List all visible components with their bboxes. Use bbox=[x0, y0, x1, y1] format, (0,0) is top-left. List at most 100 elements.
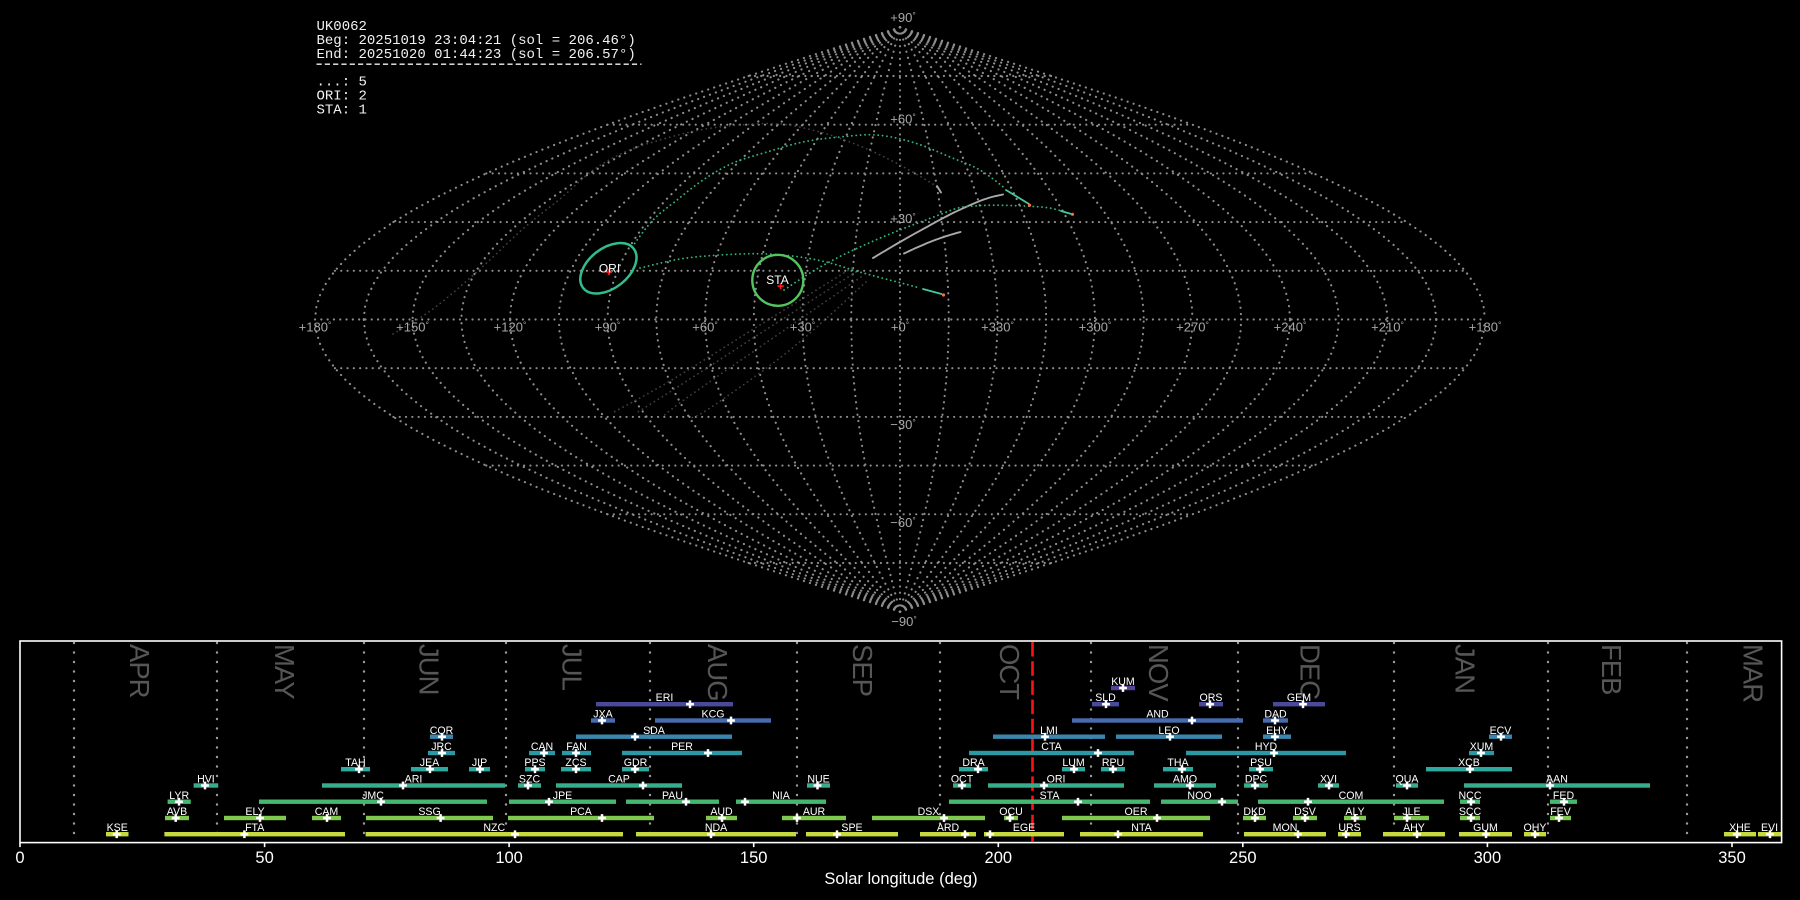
svg-text:MAR: MAR bbox=[1737, 644, 1768, 702]
svg-text:+210°: +210° bbox=[1371, 320, 1404, 335]
svg-text:−30°: −30° bbox=[890, 417, 915, 432]
svg-text:PSU: PSU bbox=[1250, 757, 1272, 769]
svg-text:+240°: +240° bbox=[1274, 320, 1307, 335]
svg-text:KUM: KUM bbox=[1111, 676, 1135, 688]
svg-text:FED: FED bbox=[1553, 790, 1575, 802]
svg-text:FTA: FTA bbox=[245, 822, 265, 834]
svg-text:STA: STA bbox=[766, 273, 788, 287]
svg-text:SZC: SZC bbox=[519, 774, 541, 786]
svg-text:AHY: AHY bbox=[1403, 822, 1425, 834]
svg-text:RPU: RPU bbox=[1102, 757, 1124, 769]
svg-text:50: 50 bbox=[255, 849, 273, 867]
svg-text:ORI: ORI bbox=[1047, 774, 1066, 786]
svg-text:End: 20251020 01:44:23 (sol =: End: 20251020 01:44:23 (sol = 206.57°) bbox=[317, 47, 636, 63]
svg-text:AUR: AUR bbox=[803, 806, 826, 818]
svg-text:APR: APR bbox=[124, 644, 155, 698]
svg-text:+180°: +180° bbox=[299, 320, 332, 335]
svg-text:OER: OER bbox=[1125, 806, 1148, 818]
svg-text:+120°: +120° bbox=[494, 320, 527, 335]
svg-text:JAN: JAN bbox=[1450, 644, 1481, 693]
svg-text:DEC: DEC bbox=[1295, 644, 1326, 699]
svg-text:CAM: CAM bbox=[315, 806, 339, 818]
svg-text:JPE: JPE bbox=[553, 790, 572, 802]
svg-text:NIA: NIA bbox=[772, 790, 791, 802]
svg-text:GDR: GDR bbox=[624, 757, 648, 769]
svg-text:ZCS: ZCS bbox=[565, 757, 586, 769]
svg-text:+150°: +150° bbox=[396, 320, 429, 335]
svg-text:LMI: LMI bbox=[1040, 725, 1058, 737]
svg-text:NOO: NOO bbox=[1187, 790, 1211, 802]
svg-text:DKD: DKD bbox=[1243, 806, 1266, 818]
svg-text:NTA: NTA bbox=[1131, 822, 1152, 834]
svg-text:PAU: PAU bbox=[662, 790, 683, 802]
svg-text:NZC: NZC bbox=[483, 822, 505, 834]
svg-text:PCA: PCA bbox=[570, 806, 593, 818]
svg-text:350: 350 bbox=[1718, 849, 1746, 867]
svg-text:ARD: ARD bbox=[937, 822, 960, 834]
svg-text:GEM: GEM bbox=[1287, 692, 1311, 704]
svg-text:STA: 1: STA: 1 bbox=[317, 102, 367, 118]
svg-text:+90°: +90° bbox=[890, 10, 915, 25]
svg-text:ORI: ORI bbox=[599, 262, 620, 276]
svg-text:SEP: SEP bbox=[847, 644, 878, 696]
svg-text:OCU: OCU bbox=[999, 806, 1023, 818]
svg-text:FEV: FEV bbox=[1550, 806, 1572, 818]
svg-text:COM: COM bbox=[1339, 790, 1364, 802]
svg-text:HVI: HVI bbox=[197, 774, 215, 786]
svg-text:SLD: SLD bbox=[1095, 692, 1116, 704]
svg-text:FAN: FAN bbox=[566, 741, 587, 753]
svg-text:AND: AND bbox=[1146, 709, 1169, 721]
svg-text:DSX: DSX bbox=[918, 806, 940, 818]
svg-text:QUA: QUA bbox=[1396, 774, 1420, 786]
svg-text:LYR: LYR bbox=[169, 790, 189, 802]
svg-text:+60°: +60° bbox=[692, 320, 717, 335]
svg-text:+180°: +180° bbox=[1469, 320, 1502, 335]
svg-text:OHY: OHY bbox=[1524, 822, 1547, 834]
svg-text:CAP: CAP bbox=[608, 774, 630, 786]
svg-text:JUN: JUN bbox=[414, 644, 445, 694]
svg-text:+330°: +330° bbox=[981, 320, 1014, 335]
svg-text:SSG: SSG bbox=[418, 806, 440, 818]
svg-text:XUM: XUM bbox=[1470, 741, 1494, 753]
svg-text:ORS: ORS bbox=[1200, 692, 1223, 704]
svg-text:Solar longitude (deg): Solar longitude (deg) bbox=[824, 870, 977, 888]
svg-text:MON: MON bbox=[1273, 822, 1298, 834]
svg-text:250: 250 bbox=[1229, 849, 1257, 867]
svg-text:LUM: LUM bbox=[1062, 757, 1084, 769]
svg-text:GUM: GUM bbox=[1473, 822, 1498, 834]
svg-text:XVI: XVI bbox=[1320, 774, 1337, 786]
svg-text:JIP: JIP bbox=[472, 757, 487, 769]
svg-text:OCT: OCT bbox=[951, 774, 974, 786]
svg-text:SCC: SCC bbox=[1459, 806, 1482, 818]
svg-text:200: 200 bbox=[985, 849, 1013, 867]
svg-text:PER: PER bbox=[671, 741, 693, 753]
svg-text:SPE: SPE bbox=[841, 822, 862, 834]
svg-text:AAN: AAN bbox=[1546, 774, 1568, 786]
svg-text:ALY: ALY bbox=[1345, 806, 1364, 818]
svg-text:DPC: DPC bbox=[1245, 774, 1268, 786]
svg-text:AMO: AMO bbox=[1173, 774, 1197, 786]
svg-text:NCC: NCC bbox=[1459, 790, 1482, 802]
svg-text:100: 100 bbox=[495, 849, 523, 867]
svg-text:JXA: JXA bbox=[593, 709, 613, 721]
svg-text:300: 300 bbox=[1474, 849, 1502, 867]
svg-text:0: 0 bbox=[15, 849, 24, 867]
svg-text:JEA: JEA bbox=[420, 757, 440, 769]
svg-text:−90°: −90° bbox=[891, 614, 916, 629]
svg-text:CAN: CAN bbox=[531, 741, 553, 753]
svg-text:JMC: JMC bbox=[362, 790, 384, 802]
svg-text:URS: URS bbox=[1338, 822, 1360, 834]
svg-text:+30°: +30° bbox=[790, 320, 815, 335]
svg-text:+30°: +30° bbox=[890, 211, 915, 226]
svg-text:EHY: EHY bbox=[1266, 725, 1288, 737]
svg-text:STA: STA bbox=[1040, 790, 1061, 802]
svg-text:MAY: MAY bbox=[269, 644, 300, 699]
svg-text:THA: THA bbox=[1167, 757, 1189, 769]
svg-text:FEB: FEB bbox=[1596, 644, 1627, 694]
svg-text:JUL: JUL bbox=[557, 644, 588, 691]
svg-text:ERI: ERI bbox=[656, 692, 674, 704]
svg-text:AUD: AUD bbox=[710, 806, 733, 818]
svg-text:JLE: JLE bbox=[1402, 806, 1420, 818]
svg-text:OCT: OCT bbox=[994, 644, 1025, 700]
svg-text:NUE: NUE bbox=[807, 774, 829, 786]
